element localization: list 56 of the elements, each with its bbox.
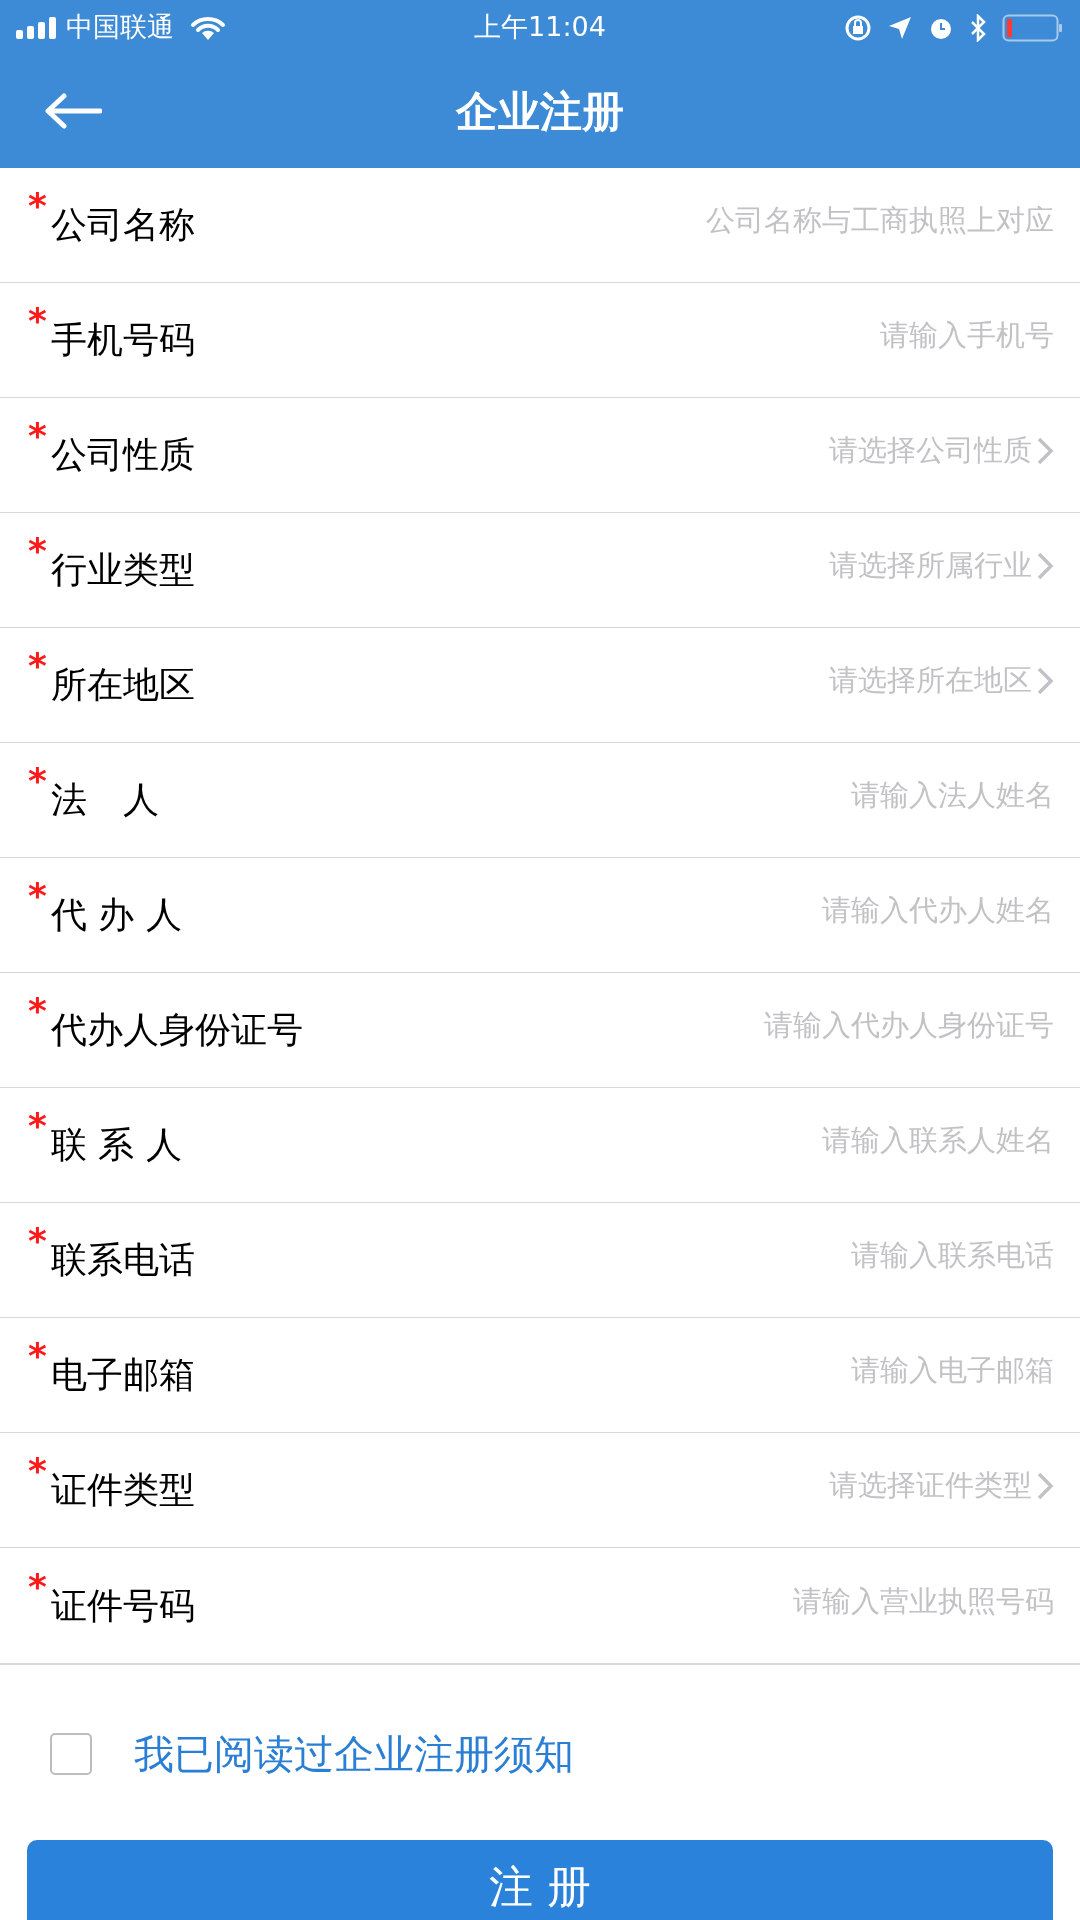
required-asterisk: * xyxy=(28,1338,47,1374)
battery-icon xyxy=(1002,13,1064,42)
required-asterisk: * xyxy=(28,878,47,914)
chevron-icon xyxy=(1036,436,1054,466)
agreement-checkbox[interactable] xyxy=(50,1732,92,1775)
select-field[interactable]: 请选择公司性质 xyxy=(829,429,1054,473)
required-asterisk: * xyxy=(28,303,47,339)
input-field[interactable]: 请输入代办人身份证号 xyxy=(302,1004,1054,1048)
input-field[interactable]: 请输入联系人姓名 xyxy=(181,1119,1054,1163)
input-field[interactable]: 请输入联系电话 xyxy=(194,1234,1054,1278)
input-field[interactable]: 请输入营业执照号码 xyxy=(194,1579,1054,1624)
chevron-icon xyxy=(1036,1471,1054,1501)
required-asterisk: * xyxy=(28,533,47,569)
page-title: 企业注册 xyxy=(456,86,624,138)
required-asterisk: * xyxy=(28,1223,47,1259)
required-asterisk: * xyxy=(28,763,47,799)
field-label: 证件号码 xyxy=(50,1583,195,1628)
clock-time: 上午11:04 xyxy=(473,10,607,45)
required-asterisk: * xyxy=(28,418,47,454)
carrier-name: 中国联通 xyxy=(66,10,174,45)
field-label: 行业类型 xyxy=(50,548,195,592)
select-field[interactable]: 请选择所在地区 xyxy=(829,659,1054,703)
wifi-icon xyxy=(190,14,226,41)
field-label: 联系电话 xyxy=(50,1238,195,1282)
select-field[interactable]: 请选择所属行业 xyxy=(829,544,1054,588)
back-arrow-icon xyxy=(44,93,102,129)
required-asterisk: * xyxy=(28,993,47,1029)
required-asterisk: * xyxy=(28,188,47,224)
bluetooth-icon xyxy=(970,13,986,42)
field-label: 所在地区 xyxy=(50,663,195,707)
field-label: 公司性质 xyxy=(50,433,195,477)
chevron-icon xyxy=(1036,551,1054,581)
required-asterisk: * xyxy=(28,648,47,684)
input-field[interactable]: 请输入电子邮箱 xyxy=(194,1349,1054,1393)
input-field[interactable]: 请输入法人姓名 xyxy=(158,774,1054,818)
register-button[interactable]: 注 册 xyxy=(27,1840,1053,1920)
input-field[interactable]: 请输入手机号 xyxy=(194,314,1054,358)
required-asterisk: * xyxy=(28,1568,47,1605)
required-asterisk: * xyxy=(28,1453,47,1489)
input-field[interactable]: 请输入代办人姓名 xyxy=(181,889,1054,933)
agreement-link[interactable]: 我已阅读过企业注册须知 xyxy=(134,1723,574,1784)
select-field[interactable]: 请选择证件类型 xyxy=(829,1464,1054,1508)
field-label: 公司名称 xyxy=(50,203,195,247)
field-label: 手机号码 xyxy=(50,318,195,362)
field-label: 电子邮箱 xyxy=(50,1353,195,1397)
required-asterisk: * xyxy=(28,1108,47,1144)
field-label: 联 系 人 xyxy=(50,1123,182,1167)
location-icon xyxy=(888,15,912,40)
rotation-lock-icon xyxy=(844,13,872,42)
signal-icon xyxy=(16,16,58,39)
field-label: 法 人 xyxy=(50,778,159,822)
field-label: 代 办 人 xyxy=(50,893,182,937)
field-label: 代办人身份证号 xyxy=(50,1008,303,1052)
input-field[interactable]: 公司名称与工商执照上对应 xyxy=(194,199,1054,243)
field-label: 证件类型 xyxy=(50,1468,195,1512)
chevron-icon xyxy=(1036,666,1054,696)
